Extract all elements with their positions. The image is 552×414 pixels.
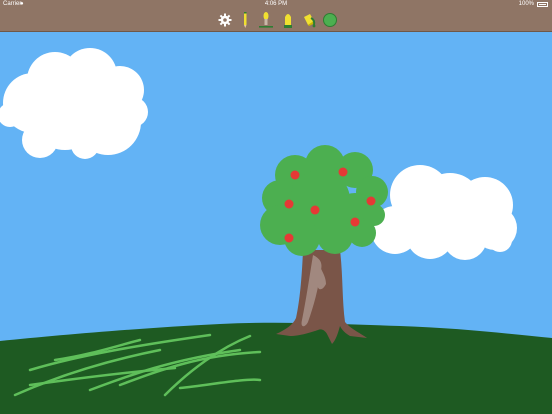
pencil-tool-button[interactable] [237, 11, 253, 29]
battery-label: 100% [518, 1, 534, 7]
settings-button[interactable] [217, 11, 233, 29]
fill-tool-button[interactable] [301, 11, 317, 29]
color-swatch-icon [323, 13, 337, 27]
clock-label: 4:06 PM [264, 1, 288, 7]
status-bar: Carrier ● 4:06 PM 100% [0, 0, 552, 9]
apple [290, 170, 300, 180]
apple [338, 167, 348, 177]
color-picker-button[interactable] [322, 11, 338, 29]
battery-icon [537, 2, 548, 7]
paint-bucket-icon [304, 14, 316, 28]
brush-tool-button[interactable] [258, 11, 274, 29]
apple [310, 205, 320, 215]
pencil-icon [244, 12, 247, 28]
toolbar [0, 9, 552, 32]
apple [350, 217, 360, 227]
apple [284, 199, 294, 209]
apple [366, 196, 376, 206]
drawing-canvas[interactable] [0, 32, 552, 414]
marker-tool-button[interactable] [280, 11, 296, 29]
marker-icon [284, 14, 292, 28]
gear-icon [218, 13, 232, 27]
brush-icon [259, 12, 273, 28]
apple [284, 233, 294, 243]
